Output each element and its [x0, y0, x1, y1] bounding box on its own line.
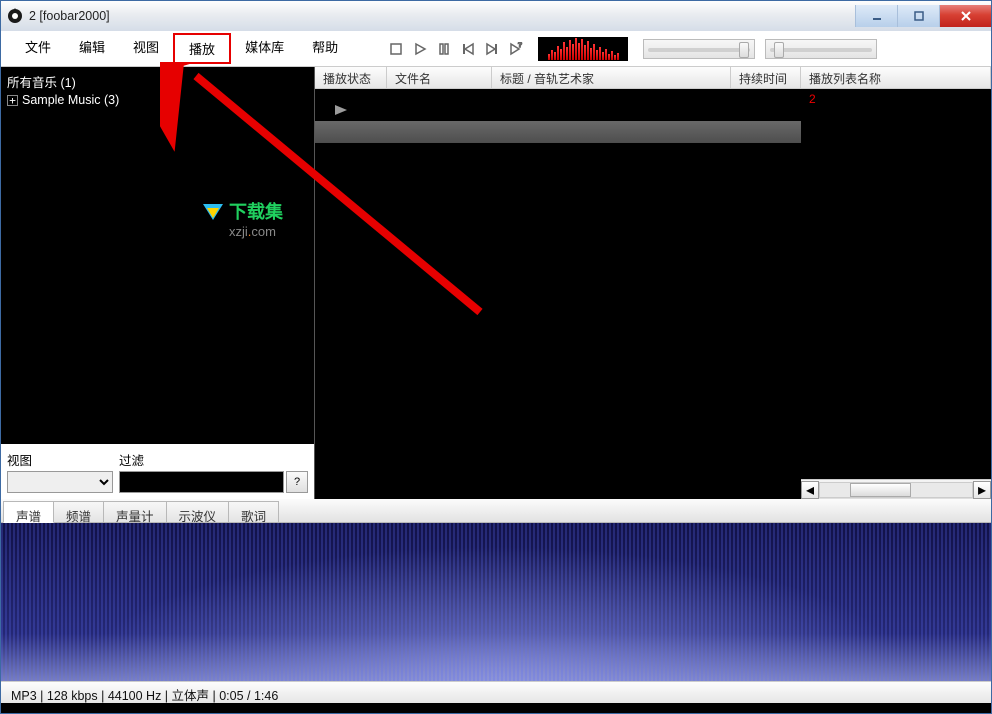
window-controls	[855, 5, 991, 27]
col-status[interactable]: 播放状态	[315, 67, 387, 88]
menu-file[interactable]: 文件	[11, 33, 65, 64]
status-bar: MP3 | 128 kbps | 44100 Hz | 立体声 | 0:05 /…	[1, 681, 991, 703]
pl-name-header: 播放列表名称	[801, 67, 991, 89]
visualizer	[538, 37, 628, 61]
col-title-artist[interactable]: 标题 / 音轨艺术家	[492, 67, 731, 88]
main-area: 所有音乐 (1) +Sample Music (3) 视图 过滤 ? 播放状态 …	[1, 67, 991, 499]
playlist-name-item[interactable]: 2	[801, 89, 991, 109]
playlist-panel: 播放状态 文件名 标题 / 音轨艺术家 持续时间	[315, 67, 801, 499]
scroll-right-icon[interactable]: ▸	[973, 481, 991, 499]
play-button[interactable]	[409, 38, 431, 60]
menu-help[interactable]: 帮助	[298, 33, 352, 64]
h-scrollbar[interactable]: ◂ ▸	[801, 479, 991, 499]
random-button[interactable]: ?	[505, 38, 527, 60]
col-filename[interactable]: 文件名	[387, 67, 492, 88]
prev-button[interactable]	[457, 38, 479, 60]
library-panel: 所有音乐 (1) +Sample Music (3) 视图 过滤 ?	[1, 67, 315, 499]
menu-toolbar-row: 文件 编辑 视图 播放 媒体库 帮助 ?	[1, 31, 991, 67]
library-tree[interactable]: 所有音乐 (1) +Sample Music (3)	[1, 67, 314, 444]
playlist-names-body[interactable]: 2	[801, 89, 991, 479]
now-playing-icon	[333, 103, 351, 117]
menu-view[interactable]: 视图	[119, 33, 173, 64]
tree-child[interactable]: +Sample Music (3)	[7, 92, 308, 108]
scroll-thumb[interactable]	[850, 483, 911, 497]
tab-spectrum[interactable]: 频谱	[53, 501, 104, 522]
close-button[interactable]	[939, 5, 991, 27]
filter-row: 视图 过滤 ?	[1, 444, 314, 499]
seek-slider[interactable]	[643, 39, 755, 59]
col-playlist-name[interactable]: 播放列表名称	[801, 67, 991, 88]
app-icon	[7, 8, 23, 24]
playlist-body[interactable]	[315, 89, 801, 499]
maximize-button[interactable]	[897, 5, 939, 27]
visualization-tabs: 声谱 频谱 声量计 示波仪 歌词	[1, 499, 991, 523]
next-button[interactable]	[481, 38, 503, 60]
pause-button[interactable]	[433, 38, 455, 60]
tab-vumeter[interactable]: 声量计	[103, 501, 167, 522]
volume-slider[interactable]	[765, 39, 877, 59]
svg-text:?: ?	[518, 42, 522, 49]
playlist-row[interactable]	[315, 121, 801, 143]
menu-edit[interactable]: 编辑	[65, 33, 119, 64]
menu-bar: 文件 编辑 视图 播放 媒体库 帮助	[1, 33, 352, 64]
tree-root[interactable]: 所有音乐 (1)	[7, 71, 308, 92]
view-select[interactable]	[7, 471, 113, 493]
column-headers: 播放状态 文件名 标题 / 音轨艺术家 持续时间	[315, 67, 801, 89]
filter-label: 过滤	[119, 450, 308, 469]
title-bar: 2 [foobar2000]	[1, 1, 991, 31]
view-label: 视图	[7, 450, 113, 469]
menu-play[interactable]: 播放	[173, 33, 231, 64]
window-title: 2 [foobar2000]	[29, 9, 110, 23]
spectrogram-view	[1, 523, 991, 681]
tab-lyrics[interactable]: 歌词	[228, 501, 279, 522]
stop-button[interactable]	[385, 38, 407, 60]
playlist-names-panel: 播放列表名称 2 ◂ ▸	[801, 67, 991, 499]
toolbar: ?	[384, 37, 882, 61]
expand-icon[interactable]: +	[7, 95, 18, 106]
tab-oscilloscope[interactable]: 示波仪	[166, 501, 230, 522]
col-duration[interactable]: 持续时间	[731, 67, 801, 88]
filter-help-button[interactable]: ?	[286, 471, 308, 493]
minimize-button[interactable]	[855, 5, 897, 27]
scroll-left-icon[interactable]: ◂	[801, 481, 819, 499]
tab-spectrogram[interactable]: 声谱	[3, 501, 54, 523]
filter-input[interactable]	[119, 471, 284, 493]
menu-library[interactable]: 媒体库	[231, 33, 298, 64]
